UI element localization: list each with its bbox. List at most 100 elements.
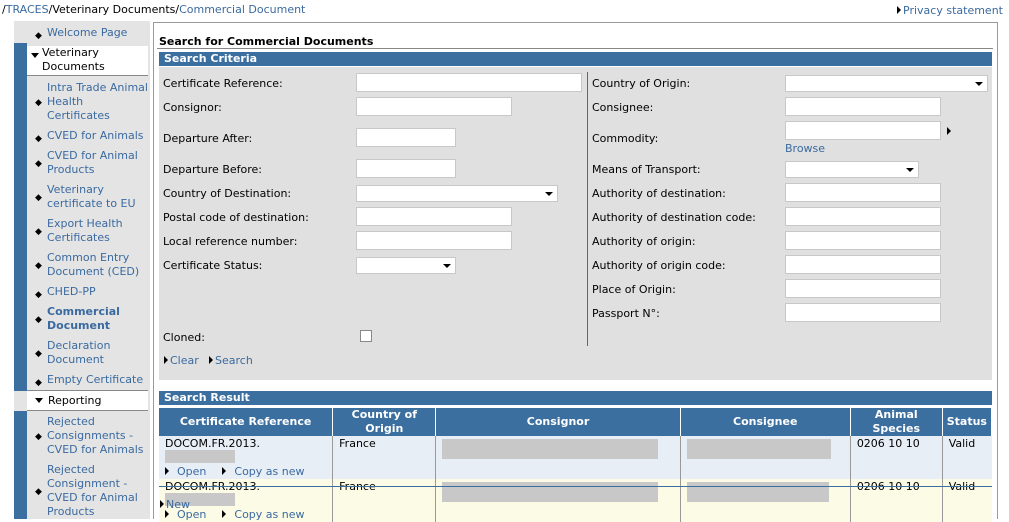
- column-header-animal-species[interactable]: Animal Species: [850, 408, 943, 436]
- bullet-icon: ◆: [35, 261, 42, 271]
- departure-before-label: Departure Before:: [163, 163, 262, 176]
- sidebar-item-cved-animals[interactable]: ◆ CVED for Animals: [27, 129, 148, 144]
- redacted-block: [686, 439, 831, 459]
- certificate-status-select[interactable]: [356, 257, 456, 274]
- sidebar-item-empty-certificate[interactable]: ◆ Empty Certificate: [27, 373, 148, 388]
- arrow-right-icon: [164, 356, 168, 364]
- commodity-input[interactable]: [785, 121, 941, 140]
- authority-origin-input[interactable]: [785, 231, 941, 250]
- triangle-down-icon: [31, 53, 39, 58]
- sidebar-item-label: Common Entry Document (CED): [47, 251, 140, 278]
- sidebar-item-intra-trade[interactable]: ◆ Intra Trade Animal Health Certificates: [27, 81, 148, 123]
- sidebar-item-rejected-cved-animal-products[interactable]: ◆ Rejected Consignment - CVED for Animal …: [27, 463, 148, 519]
- departure-before-input[interactable]: [356, 159, 456, 178]
- country-origin-select[interactable]: [785, 75, 988, 92]
- copy-as-new-link[interactable]: Copy as new: [222, 465, 312, 478]
- sidebar-group-veterinary-documents[interactable]: Veterinary Documents: [27, 46, 148, 76]
- means-transport-label: Means of Transport:: [592, 163, 701, 176]
- results-header-row: Certificate Reference Country of Origin …: [159, 408, 993, 436]
- column-header-country-origin[interactable]: Country of Origin: [332, 408, 437, 436]
- sidebar-accent-bar-reporting: [14, 411, 27, 519]
- sidebar-item-rejected-cved-animals[interactable]: ◆ Rejected Consignments - CVED for Animal…: [27, 415, 148, 457]
- country-destination-label: Country of Destination:: [163, 187, 292, 200]
- bullet-icon: ◆: [35, 98, 42, 108]
- search-result-header: Search Result: [159, 391, 992, 405]
- copy-as-new-link[interactable]: Copy as new: [222, 508, 312, 521]
- bullet-icon: ◆: [35, 227, 42, 237]
- departure-after-label: Departure After:: [163, 132, 253, 145]
- bullet-icon: ◆: [35, 31, 42, 41]
- sidebar-item-ched-pp[interactable]: ◆ CHED-PP: [27, 285, 148, 300]
- breadcrumb-commercial-document[interactable]: Commercial Document: [179, 3, 305, 16]
- cloned-checkbox[interactable]: [360, 330, 372, 342]
- results-bottom-rule: [159, 486, 992, 487]
- sidebar-item-commercial-document[interactable]: ◆ Commercial Document: [27, 305, 148, 333]
- arrow-right-icon: [165, 510, 169, 518]
- chevron-down-icon: [906, 168, 914, 172]
- expand-arrow-icon[interactable]: [947, 127, 951, 135]
- sidebar-item-declaration-document[interactable]: ◆ Declaration Document: [27, 339, 148, 367]
- certificate-reference-input[interactable]: [356, 73, 582, 92]
- bullet-icon: ◆: [35, 134, 42, 144]
- means-transport-select[interactable]: [785, 161, 919, 178]
- postal-code-input[interactable]: [356, 207, 512, 226]
- column-header-consignee[interactable]: Consignee: [680, 408, 851, 436]
- local-reference-input[interactable]: [356, 231, 512, 250]
- copy-label: Copy as new: [234, 465, 305, 478]
- sidebar-group-label: Reporting: [48, 394, 102, 407]
- sidebar-item-label: CVED for Animals: [47, 129, 144, 142]
- bullet-icon: ◆: [35, 290, 42, 300]
- sidebar-item-label: Rejected Consignment - CVED for Animal P…: [47, 463, 138, 518]
- page-title: Search for Commercial Documents: [159, 35, 374, 48]
- authority-destination-code-input[interactable]: [785, 207, 941, 226]
- privacy-statement-link[interactable]: Privacy statement: [897, 4, 1003, 17]
- breadcrumb-traces[interactable]: TRACES: [6, 3, 49, 16]
- sidebar-item-ced[interactable]: ◆ Common Entry Document (CED): [27, 251, 148, 279]
- sidebar-group-label: Veterinary Documents: [42, 46, 105, 73]
- table-row[interactable]: DOCOM.FR.2013. Open Copy as new France 02…: [159, 436, 992, 479]
- open-link[interactable]: Open: [165, 465, 214, 478]
- authority-origin-code-input[interactable]: [785, 255, 941, 274]
- sidebar-item-export-health[interactable]: ◆ Export Health Certificates: [27, 217, 148, 245]
- column-header-consignor[interactable]: Consignor: [435, 408, 681, 436]
- passport-label: Passport N°:: [592, 307, 660, 320]
- arrow-right-icon: [160, 500, 164, 508]
- sidebar-item-label: Commercial Document: [47, 305, 120, 332]
- cell-country-origin: France: [332, 436, 437, 479]
- arrow-right-icon: [897, 6, 902, 14]
- arrow-right-icon: [209, 356, 213, 364]
- consignee-input[interactable]: [785, 97, 941, 116]
- sidebar-item-welcome[interactable]: ◆ Welcome Page: [27, 26, 148, 41]
- country-destination-select[interactable]: [356, 185, 558, 202]
- breadcrumb-veterinary-documents[interactable]: Veterinary Documents: [52, 3, 175, 16]
- column-divider: [587, 72, 588, 346]
- breadcrumb: /TRACES/Veterinary Documents/Commercial …: [2, 3, 305, 16]
- cell-consignee: [680, 436, 851, 479]
- redacted-block: [686, 482, 829, 502]
- cell-certificate-reference: DOCOM.FR.2013. Open Copy as new: [159, 436, 334, 479]
- sidebar-item-cved-animal-products[interactable]: ◆ CVED for Animal Products: [27, 149, 148, 177]
- results-table: Certificate Reference Country of Origin …: [159, 408, 993, 522]
- clear-link[interactable]: Clear: [164, 354, 199, 367]
- sidebar-item-veterinary-certificate[interactable]: ◆ Veterinary certificate to EU: [27, 183, 148, 211]
- new-link[interactable]: New: [160, 498, 190, 511]
- row-actions: Open Copy as new: [165, 465, 326, 478]
- column-header-status[interactable]: Status: [942, 408, 993, 436]
- consignor-input[interactable]: [356, 97, 512, 116]
- departure-after-input[interactable]: [356, 128, 456, 147]
- bullet-icon: ◆: [35, 349, 42, 359]
- sidebar-item-label: Export Health Certificates: [47, 217, 123, 244]
- place-origin-input[interactable]: [785, 279, 941, 298]
- passport-input[interactable]: [785, 303, 941, 322]
- sidebar-group-reporting[interactable]: Reporting: [27, 390, 148, 411]
- search-link[interactable]: Search: [209, 354, 253, 367]
- authority-destination-input[interactable]: [785, 183, 941, 202]
- column-header-certificate-reference[interactable]: Certificate Reference: [159, 408, 334, 436]
- bullet-icon: ◆: [35, 432, 42, 442]
- browse-link[interactable]: Browse: [785, 142, 825, 155]
- sidebar-item-label: Empty Certificate: [47, 373, 144, 386]
- authority-destination-code-label: Authority of destination code:: [592, 211, 756, 224]
- consignor-label: Consignor:: [163, 101, 222, 114]
- sidebar-accent-bar: [14, 43, 27, 391]
- bullet-icon: ◆: [35, 378, 42, 388]
